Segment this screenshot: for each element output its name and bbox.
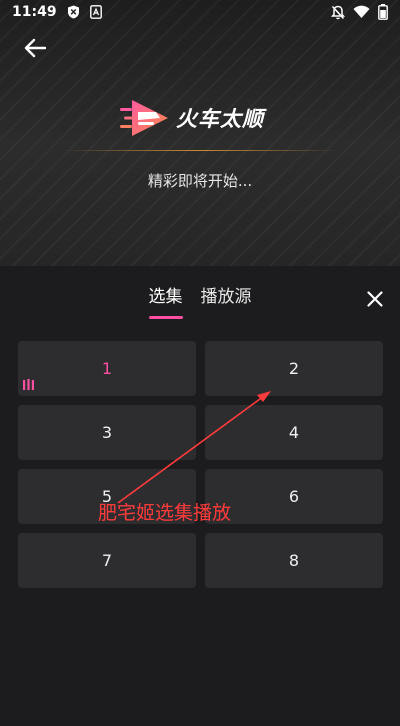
episode-label: 2 — [288, 359, 300, 378]
back-button[interactable] — [22, 35, 48, 61]
annotation-label: 肥宅姬选集播放 — [98, 502, 232, 524]
episode-sheet: 选集 播放源 1 2 3 4 5 6 7 8 — [0, 266, 400, 726]
episode-grid: 1 2 3 4 5 6 7 8 — [18, 341, 383, 588]
episode-label: 3 — [101, 423, 113, 442]
shield-icon — [67, 5, 81, 19]
status-icons — [331, 4, 388, 20]
app-logo: 火车太顺 — [118, 96, 286, 140]
wifi-icon — [353, 5, 370, 19]
episode-button-4[interactable]: 4 — [205, 405, 383, 460]
status-time: 11:49 — [12, 4, 57, 20]
episode-button-1[interactable]: 1 — [18, 341, 196, 396]
episode-label: 8 — [288, 551, 300, 570]
loading-text: 精彩即将开始... — [147, 172, 253, 190]
tab-episodes[interactable]: 选集 — [148, 282, 183, 319]
episode-label: 4 — [288, 423, 300, 442]
episode-button-7[interactable]: 7 — [18, 533, 196, 588]
status-bar: 11:49 — [0, 0, 400, 24]
train-logo-icon — [120, 100, 168, 136]
now-playing-icon — [23, 379, 34, 390]
episode-label: 7 — [101, 551, 113, 570]
brand-name: 火车太顺 — [176, 107, 264, 131]
episode-button-6[interactable]: 6 — [205, 469, 383, 524]
close-button[interactable] — [364, 288, 386, 310]
video-player-area[interactable]: 11:49 火车太顺 精彩即将开始... — [0, 0, 400, 266]
battery-icon — [378, 4, 388, 20]
sim-icon — [89, 5, 103, 19]
episode-label: 6 — [288, 487, 300, 506]
episode-label: 1 — [101, 359, 113, 378]
sheet-tabs: 选集 播放源 — [0, 282, 400, 319]
divider-line — [60, 150, 340, 151]
episode-button-2[interactable]: 2 — [205, 341, 383, 396]
arrow-left-icon — [24, 38, 46, 58]
episode-button-8[interactable]: 8 — [205, 533, 383, 588]
screen: 11:49 火车太顺 精彩即将开始... 选集 播放源 1 2 3 4 5 6 … — [0, 0, 400, 726]
close-icon — [367, 291, 383, 307]
episode-button-3[interactable]: 3 — [18, 405, 196, 460]
tab-play-source[interactable]: 播放源 — [201, 282, 252, 319]
notifications-off-icon — [331, 5, 345, 20]
